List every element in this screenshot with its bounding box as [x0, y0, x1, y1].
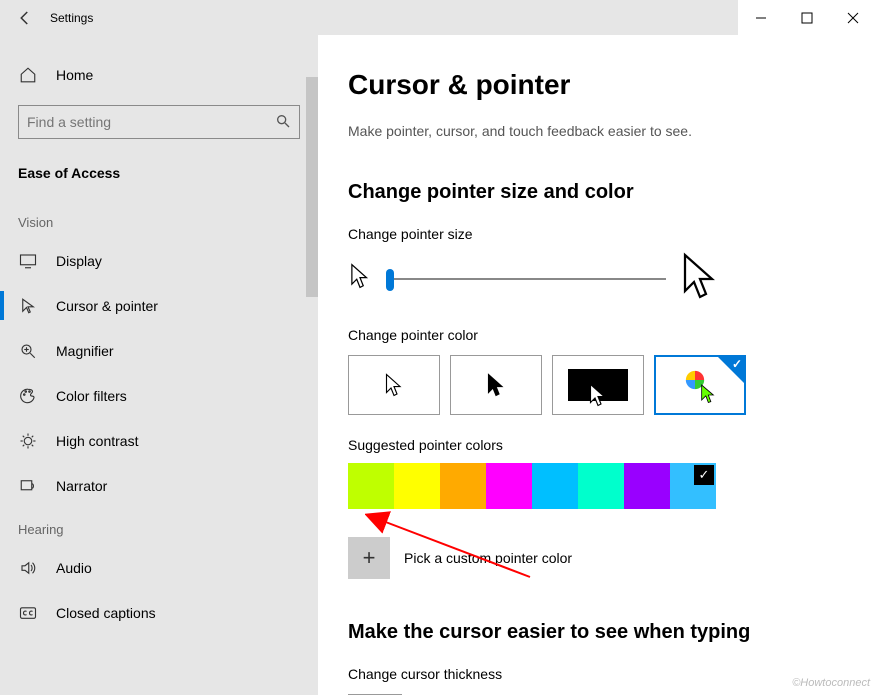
sidebar-item-display[interactable]: Display	[0, 238, 318, 283]
page-subtitle: Make pointer, cursor, and touch feedback…	[348, 123, 876, 139]
label-pointer-color: Change pointer color	[348, 327, 876, 343]
sidebar-item-label: Color filters	[56, 388, 127, 404]
minimize-button[interactable]	[738, 0, 784, 35]
watermark: ©Howtoconnect	[792, 677, 870, 689]
sidebar-item-cursor-pointer[interactable]: Cursor & pointer	[0, 283, 318, 328]
cc-icon	[18, 604, 38, 622]
sidebar-home[interactable]: Home	[0, 55, 318, 95]
window-title: Settings	[50, 11, 93, 25]
color-swatch[interactable]	[440, 463, 486, 509]
color-option-custom[interactable]: ✓	[654, 355, 746, 415]
sidebar-item-label: Cursor & pointer	[56, 298, 158, 314]
main-content: Cursor & pointer Make pointer, cursor, a…	[318, 35, 876, 695]
narrator-icon	[18, 477, 38, 495]
check-icon: ✓	[694, 465, 714, 485]
color-swatch[interactable]	[486, 463, 532, 509]
color-option-white[interactable]	[348, 355, 440, 415]
sidebar: Home Ease of Access Vision Display Curso…	[0, 35, 318, 695]
pick-custom-color-button[interactable]: +	[348, 537, 390, 579]
sidebar-item-magnifier[interactable]: Magnifier	[0, 328, 318, 373]
sidebar-item-label: Magnifier	[56, 343, 114, 359]
slider-thumb[interactable]	[386, 269, 394, 291]
search-box[interactable]	[18, 105, 300, 139]
color-swatch-selected[interactable]: ✓	[670, 463, 716, 509]
close-button[interactable]	[830, 0, 876, 35]
sidebar-item-narrator[interactable]: Narrator	[0, 463, 318, 508]
sidebar-item-color-filters[interactable]: Color filters	[0, 373, 318, 418]
label-suggested-colors: Suggested pointer colors	[348, 437, 876, 453]
cursor-large-icon	[680, 252, 720, 305]
cursor-small-icon	[348, 263, 372, 294]
sidebar-item-audio[interactable]: Audio	[0, 545, 318, 590]
maximize-button[interactable]	[784, 0, 830, 35]
audio-icon	[18, 559, 38, 577]
search-input[interactable]	[27, 114, 275, 130]
sidebar-item-label: Narrator	[56, 478, 107, 494]
label-pick-custom-color: Pick a custom pointer color	[404, 550, 572, 566]
section-size-color: Change pointer size and color	[348, 181, 876, 204]
suggested-colors: ✓	[348, 463, 876, 509]
pointer-size-slider[interactable]	[386, 267, 666, 291]
section-cursor-typing: Make the cursor easier to see when typin…	[348, 621, 876, 644]
color-swatch[interactable]	[624, 463, 670, 509]
check-icon: ✓	[732, 357, 742, 371]
back-button[interactable]	[0, 0, 50, 35]
color-option-inverted[interactable]	[552, 355, 644, 415]
sidebar-item-label: Closed captions	[56, 605, 156, 621]
color-swatch[interactable]	[578, 463, 624, 509]
magnifier-icon	[18, 342, 38, 360]
sidebar-category: Ease of Access	[0, 157, 318, 201]
titlebar: Settings	[0, 0, 876, 35]
color-swatch[interactable]	[348, 463, 394, 509]
search-icon	[275, 113, 291, 132]
cursor-icon	[18, 297, 38, 315]
page-title: Cursor & pointer	[348, 69, 876, 101]
sidebar-item-closed-captions[interactable]: Closed captions	[0, 590, 318, 635]
color-option-black[interactable]	[450, 355, 542, 415]
color-swatch[interactable]	[394, 463, 440, 509]
palette-icon	[18, 387, 38, 405]
sidebar-item-label: Audio	[56, 560, 92, 576]
sidebar-scrollbar[interactable]	[306, 77, 318, 297]
contrast-icon	[18, 432, 38, 450]
sidebar-home-label: Home	[56, 67, 93, 83]
label-pointer-size: Change pointer size	[348, 226, 876, 242]
sidebar-item-high-contrast[interactable]: High contrast	[0, 418, 318, 463]
home-icon	[18, 66, 38, 84]
sidebar-item-label: Display	[56, 253, 102, 269]
sidebar-item-label: High contrast	[56, 433, 138, 449]
display-icon	[18, 252, 38, 270]
color-swatch[interactable]	[532, 463, 578, 509]
group-label-hearing: Hearing	[0, 508, 318, 545]
plus-icon: +	[363, 545, 376, 571]
group-label-vision: Vision	[0, 201, 318, 238]
